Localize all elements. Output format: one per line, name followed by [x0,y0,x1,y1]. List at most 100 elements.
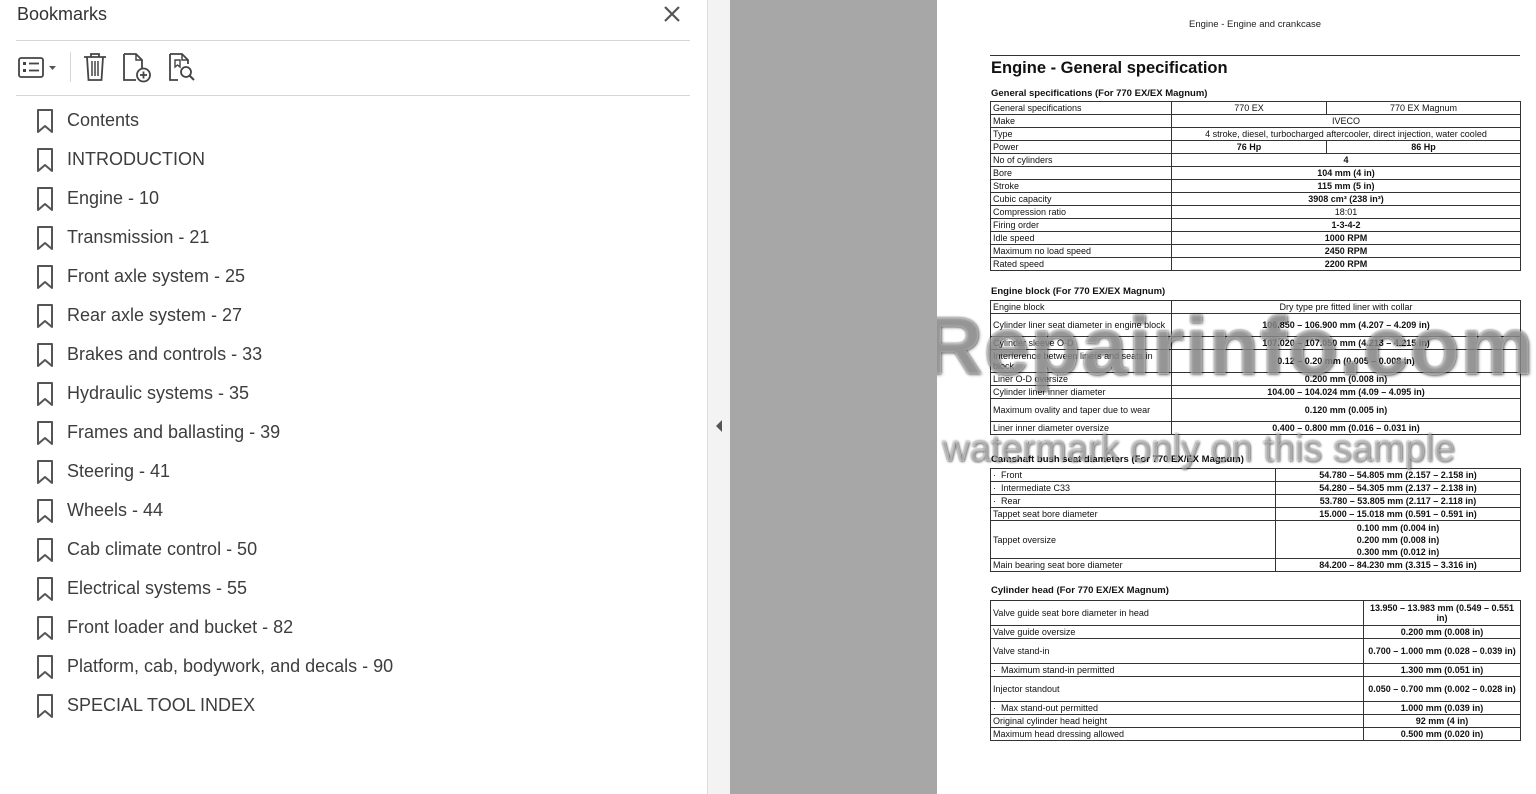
close-icon[interactable] [660,2,684,26]
table-cell: Original cylinder head height [990,714,1364,728]
trash-icon[interactable] [80,50,110,84]
table-row: Liner inner diameter oversize 0.400 – 0.8… [990,421,1521,435]
table-cell: Valve guide oversize [990,625,1364,639]
table-cell: 0.200 mm (0.008 in) [1363,625,1521,639]
table-cell: Tappet oversize [990,520,1276,559]
toolbar-bottom-line [16,95,690,96]
table-row: Interference between liners and seats in… [990,349,1521,373]
bookmark-item[interactable]: Rear axle system - 27 [30,296,690,335]
table-cell: Engine block [990,300,1172,314]
table-row: Power 76 Hp 86 Hp [990,140,1521,154]
table-row: No of cylinders 4 [990,153,1521,167]
table-row: · Max stand-out permitted 1.000 mm (0.039… [990,701,1521,715]
bookmarks-title: Bookmarks [17,4,108,24]
bookmark-item[interactable]: Cab climate control - 50 [30,530,690,569]
table-cell: 115 mm (5 in) [1171,179,1521,193]
panel-resize-bar[interactable] [707,0,730,794]
bookmark-icon [30,223,60,253]
bookmark-item[interactable]: Front axle system - 25 [30,257,690,296]
table-cell: · Maximum stand-in permitted [990,663,1364,677]
table-cell: 15.000 – 15.018 mm (0.591 – 0.591 in) [1275,507,1521,521]
table-row: Stroke 115 mm (5 in) [990,179,1521,193]
table-row: · Front 54.780 – 54.805 mm (2.157 – 2.158… [990,468,1521,482]
table-cell: 1.300 mm (0.051 in) [1363,663,1521,677]
bookmark-item[interactable]: Hydraulic systems - 35 [30,374,690,413]
table-cell: 2200 RPM [1171,257,1521,271]
bullet-label: Front [1001,470,1023,480]
table-cell: 0.120 mm (0.005 in) [1171,398,1521,422]
table-cell: 2450 RPM [1171,244,1521,258]
bookmark-item[interactable]: SPECIAL TOOL INDEX [30,686,690,725]
section-title-camshaft: Camshaft bush seat diameters (For 770 EX… [991,454,1244,465]
general-spec-table: General specifications 770 EX 770 EX Magnu… [990,101,1521,271]
bookmark-label: Front axle system - 25 [67,266,246,286]
table-row: Firing order 1-3-4-2 [990,218,1521,232]
table-cell: Tappet seat bore diameter [990,507,1276,521]
table-cell: Valve stand-in [990,638,1364,664]
bookmark-icon [30,613,60,643]
bookmark-item[interactable]: INTRODUCTION [30,140,690,179]
table-row: Rated speed 2200 RPM [990,257,1521,271]
table-row: Cylinder sleeve O-D 107.020 – 107.050 mm … [990,336,1521,350]
bookmark-icon [30,457,60,487]
oversize-value: 0.300 mm (0.012 in) [1356,546,1440,557]
table-cell: Maximum head dressing allowed [990,727,1364,741]
bookmark-item[interactable]: Wheels - 44 [30,491,690,530]
table-cell: IVECO [1171,114,1521,128]
bullet: · [993,470,1001,480]
bullet-label: Max stand-out permitted [1001,703,1099,713]
bookmark-item[interactable]: Transmission - 21 [30,218,690,257]
cylinder-head-table: Valve guide seat bore diameter in head 13… [990,600,1521,741]
bookmark-item[interactable]: Frames and ballasting - 39 [30,413,690,452]
table-row: Cylinder liner inner diameter 104.00 – 10… [990,385,1521,399]
table-row: Maximum ovality and taper due to wear 0.1… [990,398,1521,422]
bookmark-item[interactable]: Electrical systems - 55 [30,569,690,608]
bookmark-label: Frames and ballasting - 39 [67,422,281,442]
table-row: Compression ratio 18:01 [990,205,1521,219]
table-cell: 54.280 – 54.305 mm (2.137 – 2.138 in) [1275,481,1521,495]
table-row: Liner O-D oversize 0.200 mm (0.008 in) [990,372,1521,386]
table-row: Tappet seat bore diameter 15.000 – 15.018… [990,507,1521,521]
new-bookmark-icon[interactable] [120,50,154,84]
table-cell: Dry type pre fitted liner with collar [1171,300,1521,314]
bookmark-icon [30,574,60,604]
bookmark-icon [30,145,60,175]
bookmarks-toolbar [16,48,690,88]
table-row: Cylinder liner seat diameter in engine b… [990,313,1521,337]
bookmark-label: Rear axle system - 27 [67,305,243,325]
bookmark-label: Wheels - 44 [67,500,164,520]
bookmark-icon [30,262,60,292]
collapse-panel-icon[interactable] [714,417,724,435]
section-title-engine-block: Engine block (For 770 EX/EX Magnum) [991,286,1166,297]
bookmark-label: Transmission - 21 [67,227,210,247]
bookmark-item[interactable]: Contents [30,101,690,140]
table-cell: Stroke [990,179,1172,193]
bookmark-icon [30,301,60,331]
bookmark-item[interactable]: Engine - 10 [30,179,690,218]
bookmark-item[interactable]: Platform, cab, bodywork, and decals - 90 [30,647,690,686]
table-cell: 0.700 – 1.000 mm (0.028 – 0.039 in) [1363,638,1521,664]
bookmark-label: Brakes and controls - 33 [67,344,263,364]
document-page: Engine - Engine and crankcase Engine - G… [937,0,1536,794]
page-title: Engine - General specification [991,59,1228,77]
table-row: General specifications 770 EX 770 EX Magnu… [990,101,1521,115]
table-cell: 0.100 mm (0.004 in) 0.200 mm (0.008 in) 0.… [1275,520,1521,559]
table-row: Engine block Dry type pre fitted liner wi… [990,300,1521,314]
bookmark-icon [30,652,60,682]
table-cell: 770 EX Magnum [1326,101,1521,115]
bookmark-item[interactable]: Brakes and controls - 33 [30,335,690,374]
table-cell: 18:01 [1171,205,1521,219]
table-cell: · Front [990,468,1276,482]
bookmark-item[interactable]: Steering - 41 [30,452,690,491]
bookmark-item[interactable]: Front loader and bucket - 82 [30,608,690,647]
table-cell: Bore [990,166,1172,180]
table-cell: Cylinder liner seat diameter in engine b… [990,313,1172,337]
bookmark-label: Steering - 41 [67,461,171,481]
bullet: · [993,665,1001,675]
find-bookmark-icon[interactable] [166,50,200,84]
list-options-icon[interactable] [16,50,62,84]
table-cell: 1.000 mm (0.039 in) [1363,701,1521,715]
bookmark-icon [30,106,60,136]
table-row: Valve guide seat bore diameter in head 13… [990,600,1521,626]
bookmark-icon [30,379,60,409]
